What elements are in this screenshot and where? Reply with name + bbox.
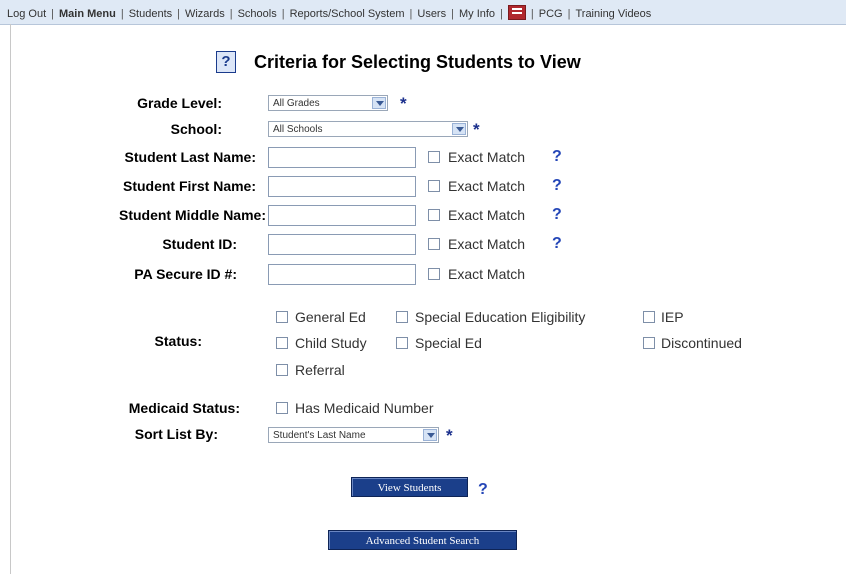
nav-pcg[interactable]: PCG (539, 8, 563, 20)
nav-separator: | (51, 8, 54, 20)
exact-match-label: Exact Match (448, 236, 526, 252)
nav-separator: | (281, 8, 285, 20)
status-referral-label: Referral (295, 362, 345, 378)
help-question-icon[interactable]: ? (552, 177, 562, 195)
help-question-icon[interactable]: ? (552, 148, 562, 166)
view-students-button[interactable]: View Students (351, 477, 468, 497)
exact-match-label: Exact Match (448, 207, 526, 223)
last-name-exact-checkbox[interactable] (428, 151, 440, 163)
status-sped-eligibility-checkbox[interactable] (396, 311, 408, 323)
grade-level-value: All Grades (273, 98, 320, 109)
status-general-ed-label: General Ed (295, 309, 366, 325)
school-select[interactable]: All Schools (268, 121, 468, 137)
status-iep-label: IEP (661, 309, 684, 325)
nav-separator: | (451, 8, 454, 20)
status-general-ed-checkbox[interactable] (276, 311, 288, 323)
nav-my-info[interactable]: My Info (459, 8, 495, 20)
has-medicaid-checkbox[interactable] (276, 402, 288, 414)
pa-secure-id-input[interactable] (268, 264, 416, 285)
left-border (10, 24, 11, 574)
exact-match-label: Exact Match (448, 149, 526, 165)
grade-level-select[interactable]: All Grades (268, 95, 388, 111)
student-id-exact-checkbox[interactable] (428, 238, 440, 250)
page-title: Criteria for Selecting Students to View (254, 52, 581, 72)
status-child-study-label: Child Study (295, 335, 367, 351)
middle-name-input[interactable] (268, 205, 416, 226)
exact-match-label: Exact Match (448, 178, 526, 194)
chevron-down-icon (423, 429, 437, 441)
nav-separator: | (567, 8, 571, 20)
status-label: Status: (154, 333, 202, 349)
status-discontinued-checkbox[interactable] (643, 337, 655, 349)
chevron-down-icon (452, 123, 466, 135)
nav-schools[interactable]: Schools (238, 8, 277, 20)
medicaid-status-label: Medicaid Status: (128, 400, 240, 416)
advanced-student-search-button[interactable]: Advanced Student Search (328, 530, 517, 550)
sort-list-label: Sort List By: (134, 426, 218, 442)
last-name-label: Student Last Name: (124, 149, 256, 165)
status-discontinued-label: Discontinued (661, 335, 742, 351)
first-name-exact-checkbox[interactable] (428, 180, 440, 192)
middle-name-exact-checkbox[interactable] (428, 209, 440, 221)
nav-main-menu[interactable]: Main Menu (59, 8, 116, 20)
pa-secure-id-label: PA Secure ID #: (134, 266, 237, 282)
required-asterisk-icon: * (400, 94, 407, 113)
status-sped-eligibility-label: Special Education Eligibility (415, 309, 586, 325)
top-nav-bar: Log Out | Main Menu | Students | Wizards | Schoo… (0, 0, 846, 25)
middle-name-label: Student Middle Name: (118, 207, 266, 223)
last-name-input[interactable] (268, 147, 416, 168)
help-icon[interactable]: ? (216, 51, 236, 73)
exact-match-label: Exact Match (448, 266, 526, 282)
nav-training-videos[interactable]: Training Videos (575, 8, 651, 20)
nav-separator: | (530, 8, 534, 20)
sort-list-select[interactable]: Student's Last Name (268, 427, 439, 443)
nav-students[interactable]: Students (129, 8, 172, 20)
nav-separator: | (229, 8, 233, 20)
school-value: All Schools (273, 124, 323, 135)
help-question-icon[interactable]: ? (552, 206, 562, 224)
first-name-input[interactable] (268, 176, 416, 197)
chevron-down-icon (372, 97, 386, 109)
nav-separator: | (409, 8, 413, 20)
report-icon[interactable] (507, 5, 526, 20)
nav-log-out[interactable]: Log Out (7, 8, 46, 20)
status-child-study-checkbox[interactable] (276, 337, 288, 349)
status-special-ed-checkbox[interactable] (396, 337, 408, 349)
status-special-ed-label: Special Ed (415, 335, 482, 351)
nav-reports[interactable]: Reports/School System (290, 8, 405, 20)
grade-level-label: Grade Level: (137, 95, 222, 111)
nav-users[interactable]: Users (417, 8, 446, 20)
has-medicaid-label: Has Medicaid Number (295, 400, 434, 416)
help-question-icon[interactable]: ? (552, 235, 562, 253)
first-name-label: Student First Name: (122, 178, 256, 194)
student-id-label: Student ID: (162, 236, 237, 252)
pa-secure-id-exact-checkbox[interactable] (428, 268, 440, 280)
required-asterisk-icon: * (446, 426, 453, 445)
student-id-input[interactable] (268, 234, 416, 255)
nav-separator: | (177, 8, 180, 20)
sort-list-value: Student's Last Name (273, 430, 366, 441)
status-referral-checkbox[interactable] (276, 364, 288, 376)
nav-wizards[interactable]: Wizards (185, 8, 225, 20)
nav-separator: | (120, 8, 124, 20)
nav-separator: | (500, 8, 503, 20)
status-iep-checkbox[interactable] (643, 311, 655, 323)
required-asterisk-icon: * (473, 120, 480, 139)
help-question-icon[interactable]: ? (478, 481, 488, 499)
school-label: School: (170, 121, 222, 137)
